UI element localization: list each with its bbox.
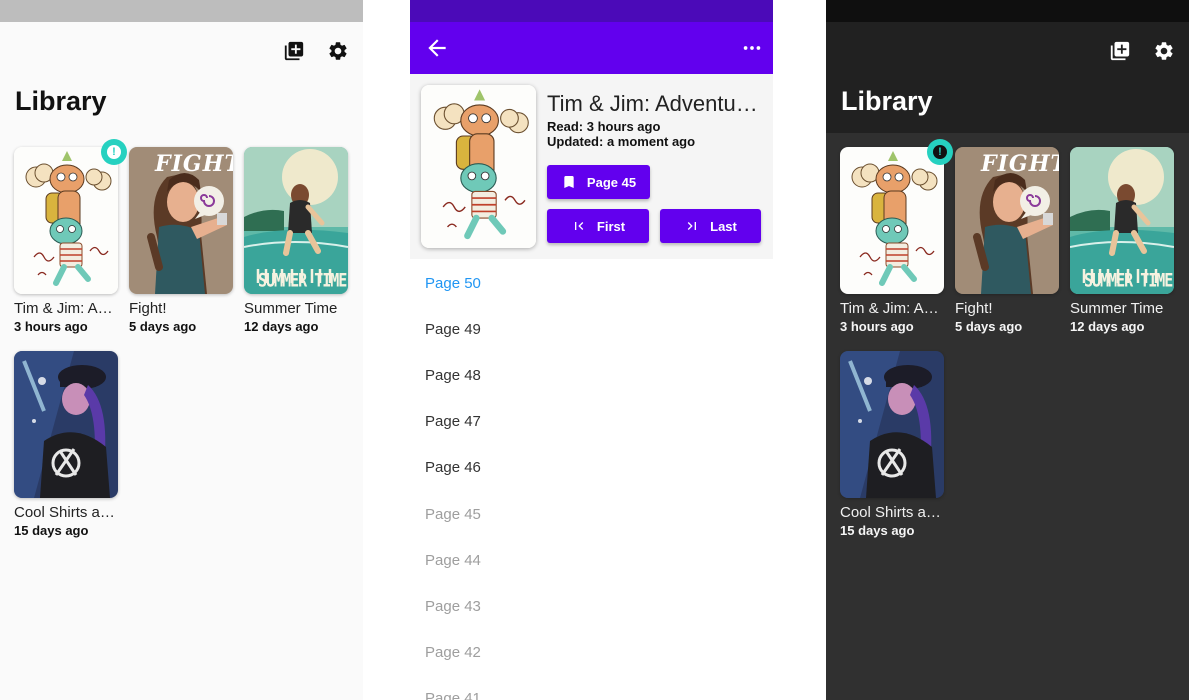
item-title: Tim & Jim: Adventures	[14, 300, 118, 317]
app-bar	[410, 22, 773, 74]
new-update-icon: !	[927, 139, 953, 165]
page-list-item[interactable]: Page 49	[410, 306, 773, 352]
library-item[interactable]: Tim & Jim: Adventures 3 hours ago	[14, 147, 118, 336]
library-item[interactable]: FIGHT Fight! 5 days ago	[129, 147, 233, 336]
first-page-icon	[574, 222, 584, 230]
page-list-item[interactable]: Page 48	[410, 352, 773, 398]
page-title: Library	[841, 86, 933, 116]
item-last-read: 5 days ago	[955, 319, 1023, 334]
cover-fight[interactable]: FIGHT	[129, 147, 233, 294]
bookmark-icon	[564, 176, 574, 188]
cover-cool-shirts[interactable]	[840, 351, 944, 498]
cover-cool-shirts[interactable]	[14, 351, 118, 498]
cover-summer-time[interactable]: SUMMER TIME	[244, 147, 348, 294]
library-item[interactable]: FIGHT Fight! 5 days ago	[955, 147, 1059, 336]
first-page-button[interactable]: First	[547, 209, 649, 243]
item-last-read: 5 days ago	[129, 319, 197, 334]
page-list-item[interactable]: Page 44	[410, 537, 773, 583]
gear-icon[interactable]	[1149, 36, 1179, 66]
app-bar: Library	[0, 22, 363, 133]
library-screen-dark: Library Tim & Jim: Adventures 3 hours ag…	[826, 0, 1189, 700]
comic-title: Tim & Jim: Adventures	[547, 91, 765, 116]
more-icon[interactable]	[739, 35, 765, 61]
library-item[interactable]: SUMMER TIME Summer Time 12 days ago	[1070, 147, 1174, 336]
item-title: Fight!	[129, 300, 167, 317]
comic-detail-screen: Tim & Jim: Adventures Read: 3 hours ago …	[410, 0, 773, 700]
app-bar: Library	[826, 22, 1189, 133]
cover-summer-time[interactable]: SUMMER TIME	[1070, 147, 1174, 294]
page-list-item[interactable]: Page 43	[410, 583, 773, 629]
last-page-icon	[687, 222, 697, 230]
last-label: Last	[710, 218, 737, 234]
page-list-item[interactable]: Page 42	[410, 630, 773, 676]
new-update-icon: !	[101, 139, 127, 165]
gear-icon[interactable]	[323, 36, 353, 66]
item-title: Tim & Jim: Adventures	[840, 300, 944, 317]
item-title: Summer Time	[244, 300, 338, 317]
page-list-item[interactable]: Page 41	[410, 676, 773, 700]
read-time: Read: 3 hours ago	[547, 119, 661, 134]
library-item[interactable]: Tim & Jim: Adventures 3 hours ago	[840, 147, 944, 336]
library-add-icon[interactable]	[279, 36, 309, 66]
continue-label: Page 45	[586, 174, 637, 190]
page-list-item[interactable]: Page 47	[410, 399, 773, 445]
item-last-read: 3 hours ago	[840, 319, 914, 334]
library-add-icon[interactable]	[1105, 36, 1135, 66]
library-item[interactable]: Cool Shirts and More 15 days ago	[14, 351, 118, 540]
library-screen-light: Library Tim & Jim: Adventures 3 hours ag…	[0, 0, 363, 700]
page-list-item[interactable]: Page 46	[410, 445, 773, 491]
item-title: Cool Shirts and More	[14, 504, 118, 521]
library-item[interactable]: SUMMER TIME Summer Time 12 days ago	[244, 147, 348, 336]
last-page-button[interactable]: Last	[660, 209, 761, 243]
item-title: Summer Time	[1070, 300, 1164, 317]
item-title: Fight!	[955, 300, 993, 317]
item-last-read: 12 days ago	[244, 319, 319, 334]
continue-reading-button[interactable]: Page 45	[547, 165, 650, 199]
cover-tim-and-jim[interactable]	[14, 147, 118, 294]
cover-fight[interactable]: FIGHT	[955, 147, 1059, 294]
page-list: Page 50 Page 49 Page 48 Page 47 Page 46 Page …	[410, 260, 773, 700]
status-bar	[0, 0, 363, 22]
page-list-item[interactable]: Page 50	[410, 260, 773, 306]
item-last-read: 15 days ago	[840, 523, 915, 538]
page-list-item[interactable]: Page 45	[410, 491, 773, 537]
status-bar	[410, 0, 773, 22]
comic-header: Tim & Jim: Adventures Read: 3 hours ago …	[410, 74, 773, 259]
cover-tim-and-jim	[421, 85, 536, 248]
back-arrow-icon[interactable]	[424, 35, 450, 61]
library-item[interactable]: Cool Shirts and More 15 days ago	[840, 351, 944, 540]
updated-time: Updated: a moment ago	[547, 134, 696, 149]
item-last-read: 12 days ago	[1070, 319, 1145, 334]
cover-tim-and-jim[interactable]	[840, 147, 944, 294]
first-label: First	[596, 218, 626, 234]
page-title: Library	[15, 86, 107, 116]
item-last-read: 15 days ago	[14, 523, 89, 538]
item-last-read: 3 hours ago	[14, 319, 88, 334]
status-bar	[826, 0, 1189, 22]
item-title: Cool Shirts and More	[840, 504, 944, 521]
